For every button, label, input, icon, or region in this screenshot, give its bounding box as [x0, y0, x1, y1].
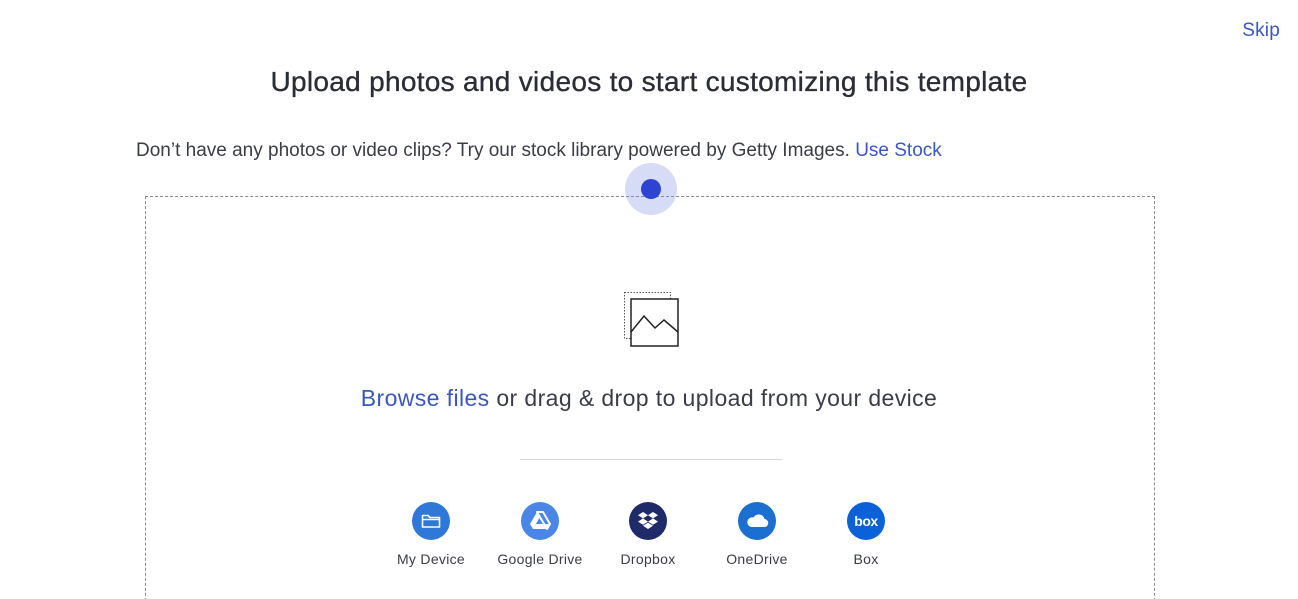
box-logo: box [854, 513, 878, 529]
stock-prompt-text: Don’t have any photos or video clips? Tr… [136, 140, 850, 161]
drag-drop-text: or drag & drop to upload from your devic… [496, 385, 938, 411]
use-stock-link[interactable]: Use Stock [855, 140, 942, 161]
source-label: Box [853, 551, 879, 567]
image-placeholder-icon [624, 292, 680, 348]
divider [520, 459, 782, 460]
upload-page: Skip Upload photos and videos to start c… [0, 0, 1298, 599]
cloud-icon [738, 502, 776, 540]
box-icon: box [847, 502, 885, 540]
source-label: Google Drive [497, 551, 583, 567]
source-onedrive[interactable]: OneDrive [702, 502, 812, 567]
source-dropbox[interactable]: Dropbox [593, 502, 703, 567]
folder-icon [412, 502, 450, 540]
upload-sources: My Device Google Drive Dropbox OneDrive … [0, 502, 1298, 582]
page-title: Upload photos and videos to start custom… [270, 66, 1028, 97]
source-label: OneDrive [726, 551, 788, 567]
source-box[interactable]: box Box [811, 502, 921, 567]
browse-files-link[interactable]: Browse files [361, 385, 490, 411]
source-google-drive[interactable]: Google Drive [485, 502, 595, 567]
skip-button[interactable]: Skip [1242, 20, 1280, 42]
browse-line: Browse files or drag & drop to upload fr… [0, 385, 1298, 412]
google-drive-icon [521, 502, 559, 540]
cursor-indicator [625, 163, 677, 215]
stock-prompt: Don’t have any photos or video clips? Tr… [136, 140, 942, 162]
dropbox-icon [629, 502, 667, 540]
source-label: Dropbox [620, 551, 676, 567]
source-label: My Device [396, 551, 466, 567]
source-my-device[interactable]: My Device [376, 502, 486, 567]
